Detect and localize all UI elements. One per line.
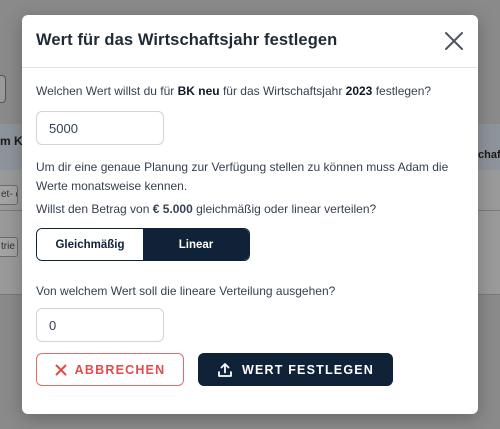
amount-value: € 5.000 [152,202,193,216]
linear-start-question: Von welchem Wert soll die lineare Vertei… [36,284,336,298]
background-cell: trie [0,237,18,257]
background-button [0,75,6,103]
set-value-dialog: Wert für das Wirtschaftsjahr festlegen W… [22,15,478,414]
distribution-text: Willst den Betrag von [36,202,153,216]
linear-start-input[interactable] [36,308,164,342]
question-text: für das Wirtschaftsjahr [219,84,346,98]
confirm-button[interactable]: WERT FESTLEGEN [198,353,393,386]
fiscal-year: 2023 [345,84,373,98]
background-header-left: m K [0,134,23,148]
distribution-text: gleichmäßig oder linear verteilen? [192,202,377,216]
background-cell: et- c [0,185,18,205]
toggle-option-linear[interactable]: Linear [143,229,249,260]
upload-icon [218,362,232,377]
dialog-body: Welchen Wert willst du für BK neu für da… [22,68,478,386]
cancel-label: ABBRECHEN [74,362,166,377]
value-question: Welchen Wert willst du für BK neu für da… [36,82,464,101]
cancel-button[interactable]: ABBRECHEN [36,353,184,386]
question-text: Welchen Wert willst du für [36,84,178,98]
dialog-title: Wert für das Wirtschaftsjahr festlegen [36,31,338,49]
question-text: festlegen? [372,84,432,98]
dialog-header: Wert für das Wirtschaftsjahr festlegen [22,15,478,68]
background-header-right: chaf [478,149,500,161]
info-text: Um dir eine genaue Planung zur Verfügung… [36,160,449,193]
account-name: BK neu [177,84,220,98]
dialog-actions: ABBRECHEN WERT FESTLEGEN [36,353,464,386]
x-icon [55,364,67,375]
close-button[interactable] [443,30,465,52]
distribution-question: Willst den Betrag von € 5.000 gleichmäßi… [36,200,464,219]
distribution-toggle: Gleichmäßig Linear [36,228,250,261]
confirm-label: WERT FESTLEGEN [241,362,375,377]
value-input[interactable] [36,111,164,145]
toggle-option-even[interactable]: Gleichmäßig [37,229,143,260]
close-icon [445,32,463,50]
